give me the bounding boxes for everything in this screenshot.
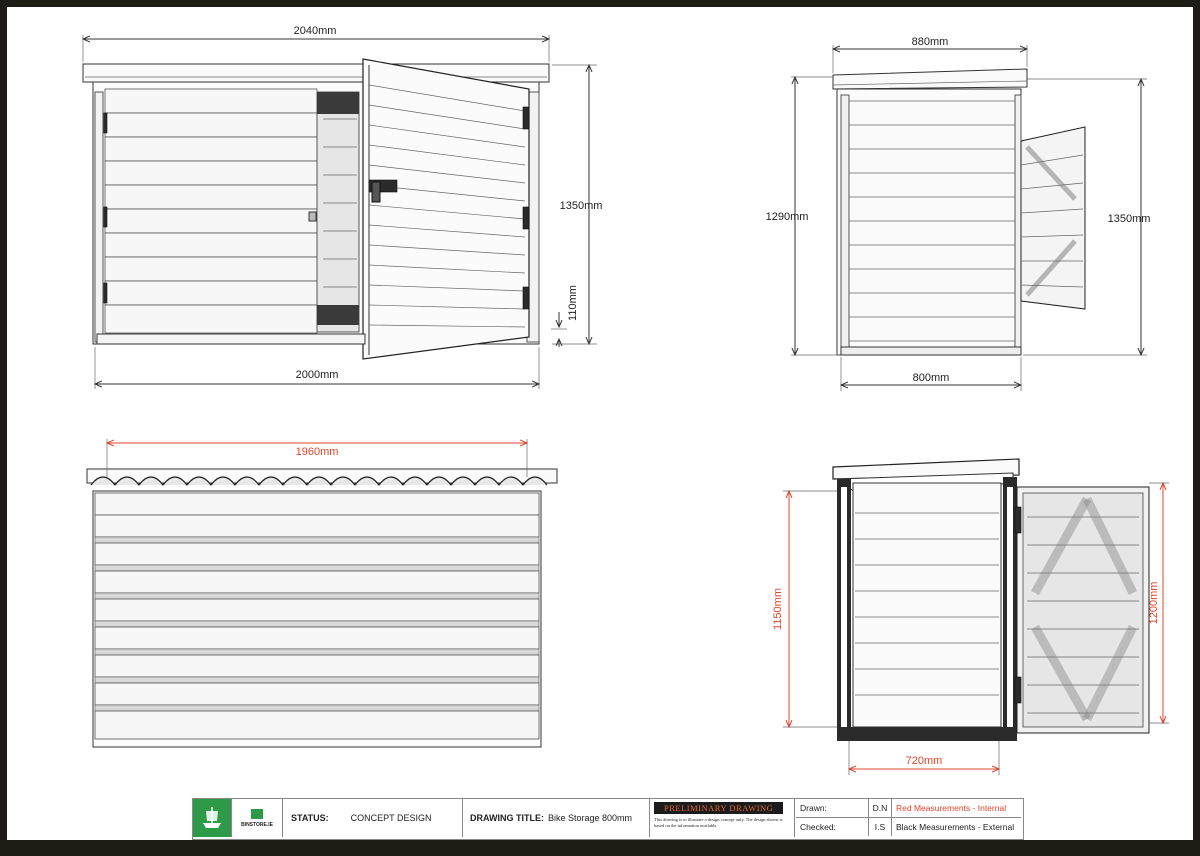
rear-planks <box>94 492 540 740</box>
front-left-door <box>100 88 318 334</box>
binstore-logo: BINSTORE.IE <box>232 799 283 837</box>
drawn-label: Drawn: <box>796 799 869 817</box>
preliminary-note: This drawing is to illustrate a design c… <box>654 817 783 828</box>
preliminary-heading: PRELIMINARY DRAWING <box>654 802 784 814</box>
checked-row: Checked: I.S Black Measurements - Extern… <box>796 818 1021 836</box>
checked-label: Checked: <box>796 818 869 836</box>
logo-text: BINSTORE.IE <box>241 821 273 828</box>
preliminary-cell: PRELIMINARY DRAWING This drawing is to i… <box>651 799 795 837</box>
side-width-top-label: 880mm <box>912 36 949 48</box>
front-elevation: 2040mm 2000mm 1350mm 110mm <box>83 25 602 389</box>
front-width-top-label: 2040mm <box>294 25 337 37</box>
section-height-left-label: 1150mm <box>772 588 784 630</box>
drawing-sheet: 2040mm 2000mm 1350mm 110mm 880mm 800mm 1… <box>7 7 1193 840</box>
status-value: CONCEPT DESIGN <box>350 813 432 823</box>
drawing-title-cell: DRAWING TITLE: Bike Storage 800mm <box>464 799 650 837</box>
drawing-title-value: Bike Storage 800mm <box>548 813 633 823</box>
rear-elevation: 1960mm <box>86 439 558 748</box>
side-elevation: 880mm 800mm 1290mm 1350mm <box>766 36 1151 391</box>
ship-logo-icon <box>193 799 232 837</box>
technical-drawing: 2040mm 2000mm 1350mm 110mm 880mm 800mm 1… <box>7 25 1169 775</box>
front-base-gap-label: 110mm <box>567 285 579 321</box>
drawn-row: Drawn: D.N Red Measurements - Internal <box>796 799 1021 818</box>
section-width-label: 720mm <box>906 755 943 767</box>
title-block: BINSTORE.IE STATUS: CONCEPT DESIGN DRAWI… <box>192 798 1024 840</box>
bin-icon <box>251 808 263 819</box>
side-open-door <box>1020 126 1086 310</box>
front-height-label: 1350mm <box>560 200 603 212</box>
status-label: STATUS: <box>291 813 329 823</box>
checked-value: I.S <box>869 818 892 836</box>
legend-red: Red Measurements - Internal <box>896 803 1007 813</box>
front-open-door <box>362 58 530 360</box>
section-open-door <box>1014 486 1150 734</box>
status-cell: STATUS: CONCEPT DESIGN <box>283 799 463 837</box>
rear-width-label: 1960mm <box>296 446 339 458</box>
drawing-title-label: DRAWING TITLE: <box>470 813 544 823</box>
front-width-bottom-label: 2000mm <box>296 369 339 381</box>
legend-black: Black Measurements - External <box>896 822 1015 832</box>
side-width-bottom-label: 800mm <box>913 372 950 384</box>
section-height-right-label: 1200mm <box>1148 582 1160 625</box>
drawn-value: D.N <box>869 799 892 817</box>
side-height-left-label: 1290mm <box>766 211 809 223</box>
section-view: 720mm 1150mm 1200mm <box>772 458 1169 775</box>
side-height-right-label: 1350mm <box>1108 213 1151 225</box>
sign-off-cell: Drawn: D.N Red Measurements - Internal C… <box>796 799 1021 837</box>
